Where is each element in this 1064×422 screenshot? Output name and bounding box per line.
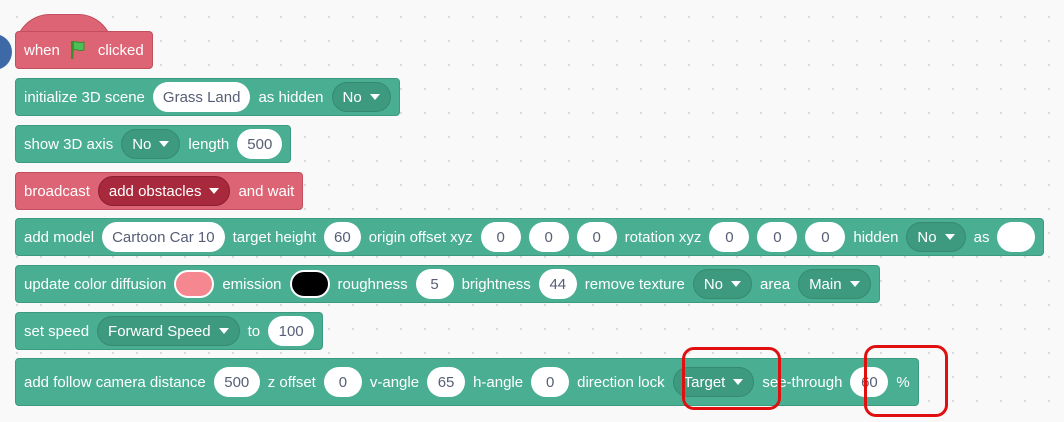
- rotation-y-input[interactable]: 0: [757, 222, 798, 252]
- direction-lock-label: direction lock: [577, 373, 665, 391]
- clicked-label: clicked: [97, 41, 144, 59]
- broadcast-and-wait-block[interactable]: broadcast add obstacles and wait: [15, 172, 304, 210]
- brightness-input[interactable]: 44: [538, 269, 577, 299]
- offset-z-input[interactable]: 0: [576, 222, 617, 252]
- update-color-label: update color diffusion: [24, 275, 167, 293]
- caret-down-icon: [218, 328, 229, 334]
- caret-down-icon: [369, 94, 380, 100]
- emission-label: emission: [222, 275, 282, 293]
- caret-down-icon: [159, 141, 170, 147]
- rotation-x-input[interactable]: 0: [709, 222, 750, 252]
- roughness-label: roughness: [337, 275, 408, 293]
- area-label: area: [760, 275, 791, 293]
- caret-down-icon: [209, 188, 220, 194]
- hidden-label: hidden: [853, 228, 899, 246]
- add-model-block[interactable]: add model Cartoon Car 10 target height 6…: [15, 218, 1045, 256]
- area-dropdown[interactable]: Main: [798, 269, 871, 299]
- model-hidden-value: No: [917, 228, 937, 246]
- as-label: as: [973, 228, 990, 246]
- target-height-label: target height: [232, 228, 317, 246]
- model-id-input[interactable]: [997, 222, 1036, 252]
- camera-distance-input[interactable]: 500: [213, 367, 260, 397]
- h-angle-input[interactable]: 0: [531, 367, 570, 397]
- update-color-block[interactable]: update color diffusion emission roughnes…: [15, 265, 880, 303]
- broadcast-message-dropdown[interactable]: add obstacles: [97, 176, 231, 206]
- add-model-label: add model: [24, 228, 95, 246]
- length-input[interactable]: 500: [237, 129, 283, 159]
- and-wait-label: and wait: [238, 182, 295, 200]
- caret-down-icon: [849, 281, 860, 287]
- show-axis-block[interactable]: show 3D axis No length 500: [15, 125, 292, 163]
- when-label: when: [24, 41, 60, 59]
- speed-type-dropdown[interactable]: Forward Speed: [97, 316, 240, 346]
- model-hidden-dropdown[interactable]: No: [906, 222, 966, 252]
- remove-texture-label: remove texture: [584, 275, 685, 293]
- follow-camera-block[interactable]: add follow camera distance 500 z offset …: [15, 358, 919, 406]
- axis-dropdown[interactable]: No: [121, 129, 181, 159]
- speed-type-value: Forward Speed: [108, 322, 211, 340]
- caret-down-icon: [944, 234, 955, 240]
- speed-value-input[interactable]: 100: [268, 316, 315, 346]
- area-value: Main: [809, 275, 842, 293]
- target-height-input[interactable]: 60: [324, 222, 361, 252]
- z-offset-input[interactable]: 0: [323, 367, 362, 397]
- roughness-input[interactable]: 5: [415, 269, 454, 299]
- broadcast-message-value: add obstacles: [108, 182, 202, 200]
- when-flag-clicked-block[interactable]: when clicked: [15, 31, 153, 69]
- brightness-label: brightness: [461, 275, 531, 293]
- offset-y-input[interactable]: 0: [528, 222, 569, 252]
- model-name-input[interactable]: Cartoon Car 10: [102, 222, 225, 252]
- as-hidden-label: as hidden: [258, 88, 324, 106]
- emission-color-swatch[interactable]: [289, 270, 330, 298]
- scene-input[interactable]: Grass Land: [152, 82, 251, 112]
- canvas-edge-marker: [0, 34, 12, 70]
- set-speed-block[interactable]: set speed Forward Speed to 100: [15, 312, 324, 350]
- highlight-see-through: [864, 345, 948, 417]
- remove-texture-value: No: [703, 275, 724, 293]
- to-label: to: [247, 322, 261, 340]
- remove-texture-dropdown[interactable]: No: [692, 269, 753, 299]
- follow-camera-label: add follow camera distance: [24, 373, 206, 391]
- diffusion-color-swatch[interactable]: [174, 270, 215, 298]
- length-label: length: [188, 135, 230, 153]
- initialize-scene-block[interactable]: initialize 3D scene Grass Land as hidden…: [15, 78, 400, 116]
- caret-down-icon: [731, 281, 742, 287]
- green-flag-icon: [68, 39, 90, 61]
- broadcast-label: broadcast: [24, 182, 90, 200]
- v-angle-input[interactable]: 65: [427, 367, 466, 397]
- hidden-dropdown[interactable]: No: [331, 82, 391, 112]
- rotation-label: rotation xyz: [624, 228, 702, 246]
- set-speed-label: set speed: [24, 322, 90, 340]
- highlight-direction-lock: [682, 347, 781, 410]
- offset-x-input[interactable]: 0: [480, 222, 521, 252]
- v-angle-label: v-angle: [369, 373, 420, 391]
- show-axis-label: show 3D axis: [24, 135, 114, 153]
- axis-dropdown-value: No: [132, 135, 152, 153]
- hidden-dropdown-value: No: [342, 88, 362, 106]
- origin-offset-label: origin offset xyz: [368, 228, 473, 246]
- z-offset-label: z offset: [267, 373, 316, 391]
- initialize-scene-label: initialize 3D scene: [24, 88, 145, 106]
- rotation-z-input[interactable]: 0: [805, 222, 846, 252]
- h-angle-label: h-angle: [473, 373, 524, 391]
